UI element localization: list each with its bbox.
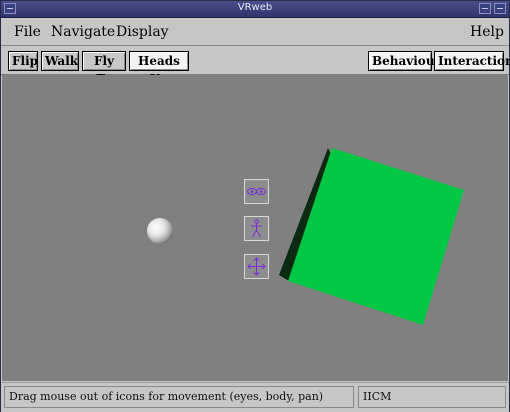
- menu-help[interactable]: Help: [470, 24, 504, 40]
- status-right: IICM: [358, 386, 506, 408]
- sphere-object[interactable]: [147, 218, 173, 244]
- cube-front-face[interactable]: [288, 148, 464, 325]
- maximize-icon[interactable]: [494, 3, 506, 14]
- menu-navigate[interactable]: Navigate: [51, 24, 115, 40]
- menu-bar: File Navigate Display Help: [1, 18, 509, 46]
- title-bar[interactable]: VRweb: [1, 1, 509, 18]
- application-window: VRweb File Navigate Display Help Flip Wa…: [0, 0, 510, 412]
- walk-button[interactable]: Walk: [41, 51, 79, 71]
- 3d-viewport[interactable]: [2, 75, 508, 381]
- pan-icon[interactable]: [244, 254, 269, 279]
- behaviour-button[interactable]: Behaviour: [368, 51, 441, 71]
- eyes-icon[interactable]: [244, 179, 269, 204]
- menu-display[interactable]: Display: [116, 24, 169, 40]
- window-title: VRweb: [237, 2, 273, 13]
- heads-up-button[interactable]: Heads Up: [129, 51, 189, 86]
- flip-button[interactable]: Flip: [8, 51, 38, 71]
- body-icon[interactable]: [244, 216, 269, 241]
- toolbar: Flip Walk Fly To Heads Up Behaviour Inte…: [1, 46, 510, 86]
- status-message: Drag mouse out of icons for movement (ey…: [4, 386, 354, 408]
- menu-file[interactable]: File: [14, 24, 41, 40]
- status-bar: Drag mouse out of icons for movement (ey…: [1, 382, 509, 412]
- fly-to-button[interactable]: Fly To: [82, 51, 126, 86]
- minimize-icon[interactable]: [479, 3, 491, 14]
- interaction-button[interactable]: Interaction: [434, 51, 510, 71]
